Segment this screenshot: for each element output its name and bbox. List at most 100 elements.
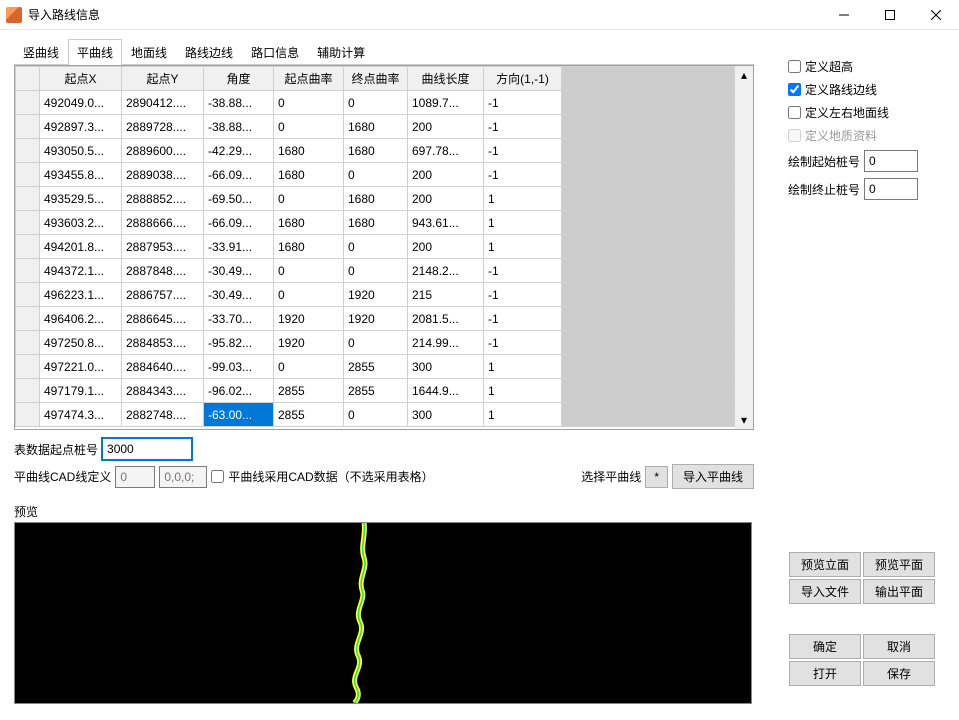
table-cell[interactable]: 214.99... (408, 331, 484, 355)
table-cell[interactable]: -1 (484, 139, 562, 163)
tab-5[interactable]: 辅助计算 (308, 39, 374, 65)
maximize-button[interactable] (867, 0, 913, 30)
table-cell[interactable]: 1 (484, 379, 562, 403)
def-superelevation-checkbox[interactable]: 定义超高 (788, 58, 918, 75)
table-cell[interactable]: 0 (274, 187, 344, 211)
column-header[interactable]: 起点Y (122, 67, 204, 91)
table-cell[interactable]: 0 (344, 259, 408, 283)
column-header[interactable]: 曲线长度 (408, 67, 484, 91)
def-ground-checkbox[interactable]: 定义左右地面线 (788, 104, 918, 121)
table-cell[interactable]: 1680 (344, 139, 408, 163)
table-cell[interactable]: 200 (408, 115, 484, 139)
table-cell[interactable]: 0 (344, 235, 408, 259)
table-cell[interactable]: 0 (274, 355, 344, 379)
table-cell[interactable]: 2887848.... (122, 259, 204, 283)
scroll-up-icon[interactable]: ▴ (735, 66, 753, 84)
table-cell[interactable]: 2882748.... (122, 403, 204, 427)
table-cell[interactable]: -66.09... (204, 211, 274, 235)
table-cell[interactable]: 497179.1... (40, 379, 122, 403)
table-cell[interactable]: 2888666.... (122, 211, 204, 235)
tab-1[interactable]: 平曲线 (68, 39, 122, 65)
table-cell[interactable]: 497221.0... (40, 355, 122, 379)
table-cell[interactable]: -1 (484, 331, 562, 355)
table-cell[interactable]: 1 (484, 235, 562, 259)
table-cell[interactable]: -1 (484, 91, 562, 115)
table-cell[interactable]: 1 (484, 355, 562, 379)
table-cell[interactable]: 1920 (344, 283, 408, 307)
open-button[interactable]: 打开 (789, 661, 861, 686)
table-cell[interactable]: 1920 (274, 307, 344, 331)
table-cell[interactable]: 493603.2... (40, 211, 122, 235)
table-cell[interactable]: 2889600.... (122, 139, 204, 163)
table-cell[interactable]: -95.82... (204, 331, 274, 355)
table-cell[interactable]: -33.91... (204, 235, 274, 259)
table-cell[interactable]: 200 (408, 163, 484, 187)
table-cell[interactable]: 2889728.... (122, 115, 204, 139)
scroll-down-icon[interactable]: ▾ (735, 411, 753, 429)
table-cell[interactable]: -1 (484, 283, 562, 307)
table-cell[interactable]: -96.02... (204, 379, 274, 403)
start-stake-input[interactable] (102, 438, 192, 460)
select-curve-button[interactable]: * (645, 466, 668, 488)
table-cell[interactable]: -66.09... (204, 163, 274, 187)
table-cell[interactable]: -38.88... (204, 91, 274, 115)
table-cell[interactable]: 300 (408, 355, 484, 379)
table-cell[interactable]: -30.49... (204, 259, 274, 283)
table-cell[interactable]: 1920 (344, 307, 408, 331)
table-cell[interactable]: 2886757.... (122, 283, 204, 307)
table-cell[interactable]: 0 (344, 331, 408, 355)
table-cell[interactable]: 1920 (274, 331, 344, 355)
table-cell[interactable]: 2148.2... (408, 259, 484, 283)
table-cell[interactable]: -1 (484, 307, 562, 331)
table-cell[interactable]: -1 (484, 115, 562, 139)
use-cad-checkbox[interactable]: 平曲线采用CAD数据（不选采用表格） (211, 468, 433, 485)
table-cell[interactable]: 200 (408, 235, 484, 259)
table-cell[interactable]: 215 (408, 283, 484, 307)
table-cell[interactable]: 2855 (274, 403, 344, 427)
table-row[interactable]: 497250.8...2884853....-95.82...19200214.… (16, 331, 735, 355)
table-row[interactable]: 493603.2...2888666....-66.09...168016809… (16, 211, 735, 235)
vertical-scrollbar[interactable]: ▴ ▾ (735, 66, 753, 429)
table-row[interactable]: 496223.1...2886757....-30.49...01920215-… (16, 283, 735, 307)
table-cell[interactable]: 0 (274, 283, 344, 307)
table-row[interactable]: 497179.1...2884343....-96.02...285528551… (16, 379, 735, 403)
table-cell[interactable]: 697.78... (408, 139, 484, 163)
table-cell[interactable]: 0 (344, 403, 408, 427)
table-cell[interactable]: 200 (408, 187, 484, 211)
table-cell[interactable]: 2884853.... (122, 331, 204, 355)
table-cell[interactable]: -63.00... (204, 403, 274, 427)
table-cell[interactable]: -38.88... (204, 115, 274, 139)
tab-2[interactable]: 地面线 (122, 39, 176, 65)
table-cell[interactable]: 2888852.... (122, 187, 204, 211)
table-cell[interactable]: 1 (484, 211, 562, 235)
table-cell[interactable]: 0 (274, 91, 344, 115)
column-header[interactable]: 角度 (204, 67, 274, 91)
table-cell[interactable]: 0 (274, 259, 344, 283)
cancel-button[interactable]: 取消 (863, 634, 935, 659)
draw-start-stake-input[interactable] (864, 150, 918, 172)
ok-button[interactable]: 确定 (789, 634, 861, 659)
table-cell[interactable]: 1680 (344, 115, 408, 139)
table-row[interactable]: 492897.3...2889728....-38.88...01680200-… (16, 115, 735, 139)
table-cell[interactable]: 0 (344, 91, 408, 115)
table-cell[interactable]: 1089.7... (408, 91, 484, 115)
table-row[interactable]: 497474.3...2882748....-63.00...285503001 (16, 403, 735, 427)
table-cell[interactable]: 1680 (274, 235, 344, 259)
table-cell[interactable]: 2887953.... (122, 235, 204, 259)
tab-4[interactable]: 路口信息 (242, 39, 308, 65)
table-cell[interactable]: 1680 (344, 187, 408, 211)
table-cell[interactable]: 1680 (274, 211, 344, 235)
data-grid[interactable]: 起点X起点Y角度起点曲率终点曲率曲线长度方向(1,-1) 492049.0...… (14, 65, 754, 430)
table-cell[interactable]: 496406.2... (40, 307, 122, 331)
table-cell[interactable]: 2884343.... (122, 379, 204, 403)
table-cell[interactable]: 2884640.... (122, 355, 204, 379)
table-cell[interactable]: 1644.9... (408, 379, 484, 403)
table-cell[interactable]: 2855 (344, 355, 408, 379)
table-row[interactable]: 494201.8...2887953....-33.91...168002001 (16, 235, 735, 259)
draw-end-stake-input[interactable] (864, 178, 918, 200)
table-cell[interactable]: 943.61... (408, 211, 484, 235)
table-cell[interactable]: 492049.0... (40, 91, 122, 115)
table-cell[interactable]: 494201.8... (40, 235, 122, 259)
table-row[interactable]: 496406.2...2886645....-33.70...192019202… (16, 307, 735, 331)
table-cell[interactable]: 493455.8... (40, 163, 122, 187)
